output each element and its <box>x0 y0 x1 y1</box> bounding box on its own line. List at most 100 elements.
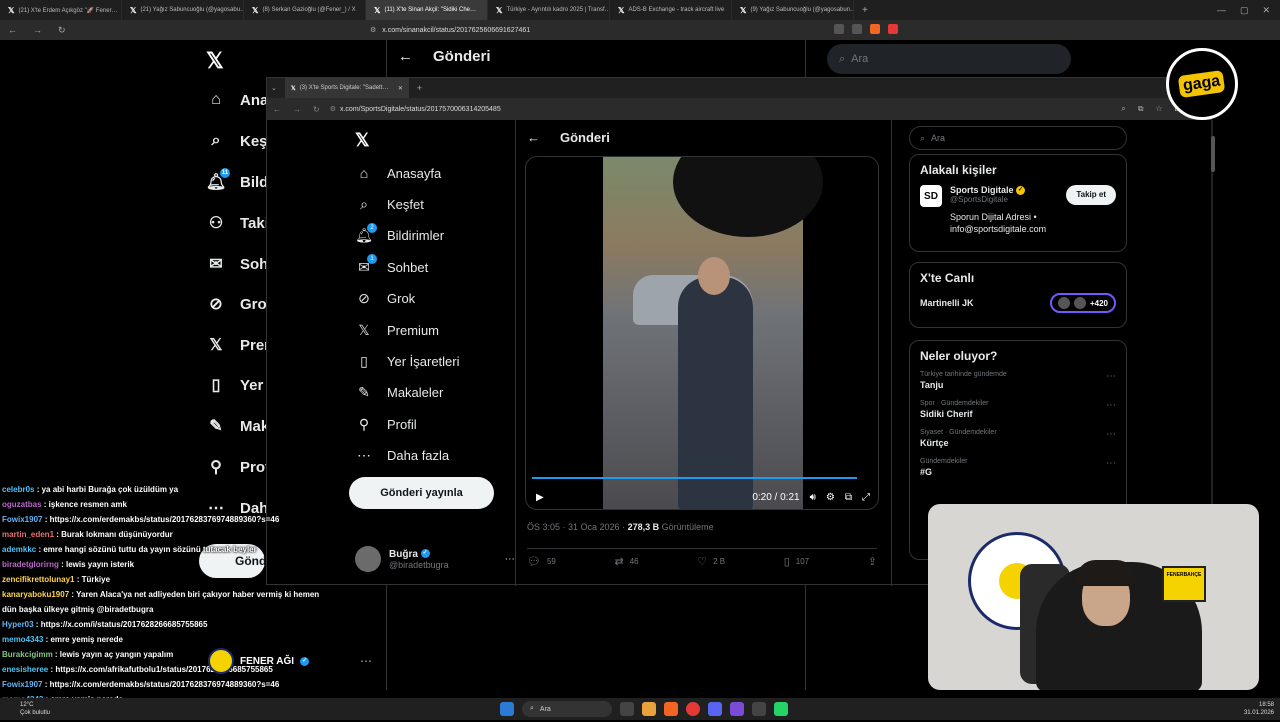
sidebar-item-bookmark[interactable]: ▯ Yer İşaretleri <box>355 352 459 370</box>
video-player[interactable]: ▶ 0:20 / 0:21 🔊︎ ⚙ ⧉ ⤢ <box>525 156 879 510</box>
fullscreen-icon[interactable]: ⤢ <box>862 492 870 503</box>
sidebar-item-label: Profil <box>387 416 417 432</box>
trend-item[interactable]: Spor · Gündemdekiler Sidiki Cherif ⋯ <box>920 400 1116 419</box>
video-frame[interactable] <box>603 157 823 509</box>
video-progress-bar[interactable] <box>532 477 857 479</box>
sidebar-item-more[interactable]: ⋯ Daha fazla <box>355 447 449 465</box>
sidebar-item-x-premium[interactable]: 𝕏 Premium <box>355 321 439 339</box>
play-icon[interactable]: ▶ <box>536 492 544 503</box>
trend-item[interactable]: Gündemdekiler #G ⋯ <box>920 458 1116 477</box>
share-icon[interactable] <box>852 24 862 34</box>
bg-back-arrow-icon[interactable]: ← <box>398 48 413 65</box>
taskbar-search[interactable]: ⌕ Ara <box>522 701 612 717</box>
like-button[interactable]: ♡ 2 B <box>697 555 725 568</box>
outer-tab[interactable]: 𝕏 (21) X'te Erdem Açıkgöz "🚀 Fener… <box>0 0 122 20</box>
inner-url-text[interactable]: x.com/SportsDigitale/status/201757000631… <box>340 106 501 113</box>
trend-more-icon[interactable]: ⋯ <box>1106 429 1116 448</box>
trend-name: Kürtçe <box>920 438 949 448</box>
live-space-name[interactable]: Martinelli JK <box>920 298 974 308</box>
outer-tab[interactable]: 𝕏 ADS-B Exchange - track aircraft live <box>610 0 732 20</box>
sports-digitale-avatar[interactable]: SD <box>920 185 942 207</box>
inner-tab-active[interactable]: 𝕏 (3) X'te Sports Digitale: "Sadett… ✕ <box>284 78 409 98</box>
bg-nav-item[interactable]: ⊘ Grok <box>206 294 275 314</box>
chrome-icon[interactable] <box>686 702 700 716</box>
chat-message: ademkkc : emre hangi sözünü tuttu da yay… <box>2 542 332 557</box>
search-input[interactable]: ⌕ Ara <box>909 126 1127 150</box>
repost-button[interactable]: ⇄ 46 <box>614 555 638 568</box>
file-explorer-icon[interactable] <box>642 702 656 716</box>
back-arrow-icon[interactable]: ← <box>527 130 540 145</box>
trend-more-icon[interactable]: ⋯ <box>1106 400 1116 419</box>
new-tab-icon[interactable]: + <box>854 5 876 16</box>
bookmark-button[interactable]: ▯ 107 <box>784 555 809 568</box>
site-info-icon[interactable]: ⚙ <box>370 26 376 34</box>
fener-account[interactable]: FENER AĞI ✓ <box>208 648 310 674</box>
weather-widget[interactable]: 12°C Çok bulutlu <box>20 701 50 717</box>
whatsapp-icon[interactable] <box>774 702 788 716</box>
x-logo-icon[interactable]: 𝕏 <box>355 130 370 151</box>
inner-site-info-icon[interactable]: ⚙ <box>330 105 336 113</box>
windows-start-icon[interactable] <box>500 702 514 716</box>
post-timestamp[interactable]: ÖS 3:05 · 31 Oca 2026 · <box>527 522 628 532</box>
rewards-icon[interactable] <box>888 24 898 34</box>
follow-button[interactable]: Takip et <box>1066 185 1116 205</box>
sidebar-item-grok[interactable]: ⊘ Grok <box>355 290 415 308</box>
forward-icon[interactable]: → <box>25 25 50 35</box>
inner-bookmark-star-icon[interactable]: ☆ <box>1155 104 1162 114</box>
task-view-icon[interactable] <box>620 702 634 716</box>
sidebar-item-article[interactable]: ✎ Makaleler <box>355 384 443 402</box>
settings-icon[interactable]: ⚙ <box>826 492 835 503</box>
outer-tab[interactable]: 𝕏 (9) Yağız Sabuncuoğlu (@yagosabun… <box>732 0 854 20</box>
brave-browser-icon[interactable] <box>664 702 678 716</box>
reload-icon[interactable]: ↻ <box>50 25 74 36</box>
sidebar-item-mail[interactable]: ✉ 1 Sohbet <box>355 254 428 276</box>
inner-back-icon[interactable]: ← <box>267 105 287 114</box>
discord-icon[interactable] <box>708 702 722 716</box>
steam-icon[interactable] <box>752 702 766 716</box>
outer-tab[interactable]: 𝕏 (8) Serkan Gazioğlu (@Fener_) / X <box>244 0 366 20</box>
tab-close-icon[interactable]: ✕ <box>398 85 403 92</box>
live-listeners-pill[interactable]: +420 <box>1049 293 1116 313</box>
trend-more-icon[interactable]: ⋯ <box>1106 371 1116 390</box>
back-icon[interactable]: ← <box>0 25 25 35</box>
sidebar-item-home[interactable]: ⌂ Anasayfa <box>355 164 441 182</box>
obs-icon[interactable] <box>730 702 744 716</box>
share-button[interactable]: ⇪ <box>868 555 877 568</box>
listener-avatar <box>1057 297 1070 309</box>
pip-icon[interactable]: ⧉ <box>845 492 852 503</box>
inner-forward-icon[interactable]: → <box>287 105 307 114</box>
account-name[interactable]: Sports Digitale <box>950 185 1014 195</box>
inner-install-icon[interactable]: ⧉ <box>1138 104 1144 114</box>
sidebar-item-profile[interactable]: ⚲ Profil <box>355 415 417 433</box>
minimize-icon[interactable]: — <box>1217 5 1226 15</box>
live-count: +420 <box>1089 298 1108 308</box>
sidebar-item-label: Keşfet <box>387 196 424 212</box>
profile-icon: ⚲ <box>355 415 373 433</box>
sidebar-item-search[interactable]: ⌕ Keşfet <box>355 195 424 213</box>
new-tab-icon[interactable]: + <box>409 83 430 93</box>
account-switcher[interactable]: Buğra ✓ @biradetbugra ⋯ <box>355 546 515 572</box>
reply-button[interactable]: 💬︎ 59 <box>527 555 556 568</box>
zoom-icon[interactable] <box>834 24 844 34</box>
tab-list-icon[interactable]: ⌄ <box>267 84 281 92</box>
trend-more-icon[interactable]: ⋯ <box>1106 458 1116 477</box>
maximize-icon[interactable]: ▢ <box>1240 5 1249 16</box>
volume-icon[interactable]: 🔊︎ <box>810 492 816 503</box>
sidebar-item-bell[interactable]: 🔔︎ 2 Bildirimler <box>355 222 444 245</box>
post-button[interactable]: Gönderi yayınla <box>349 477 494 509</box>
brave-shield-icon[interactable] <box>870 24 880 34</box>
bg-x-logo-icon[interactable]: 𝕏 <box>206 48 224 74</box>
outer-tab[interactable]: 𝕏 Türkiye - Ayrıntılı kadro 2025 | Transf… <box>488 0 610 20</box>
trend-item[interactable]: Türkiye tarihinde gündemde Tanju ⋯ <box>920 371 1116 390</box>
account-more-icon[interactable]: ⋯ <box>505 554 515 565</box>
inner-zoom-icon[interactable]: ⌕ <box>1121 104 1125 114</box>
fener-more-icon[interactable]: ⋯ <box>360 654 372 668</box>
inner-reload-icon[interactable]: ↻ <box>307 105 326 114</box>
inner-scroll-thumb[interactable] <box>1211 136 1215 172</box>
system-clock[interactable]: 18:58 31.01.2026 <box>1244 701 1274 717</box>
close-icon[interactable]: ✕ <box>1262 5 1270 16</box>
trend-item[interactable]: Siyaset · Gündemdekiler Kürtçe ⋯ <box>920 429 1116 448</box>
outer-tab[interactable]: 𝕏 (21) Yağız Sabuncuoğlu (@yagosabu… <box>122 0 244 20</box>
outer-tab[interactable]: 𝕏 (11) X'te Sinan Akçil: "Sidiki Che… <box>366 0 488 20</box>
bg-search-input[interactable]: ⌕ Ara <box>827 44 1071 74</box>
